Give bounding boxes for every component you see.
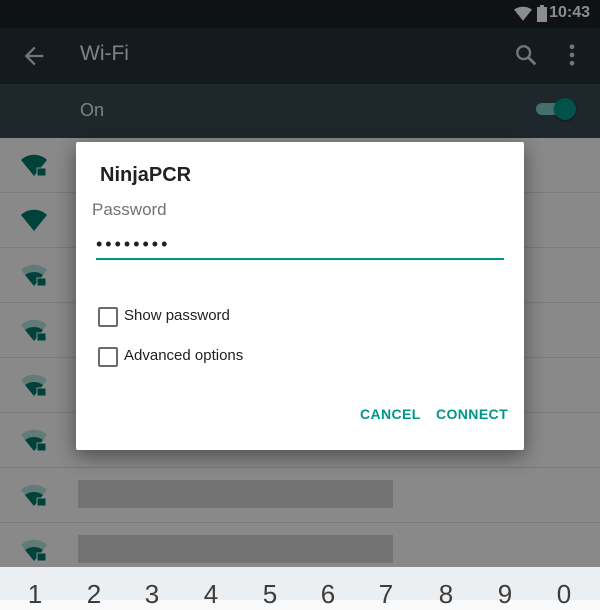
on-screen-keyboard: 1 2 3 4 5 6 7 8 9 0 <box>0 567 600 609</box>
advanced-options-label: Advanced options <box>124 347 244 364</box>
advanced-options-checkbox[interactable] <box>98 347 118 367</box>
password-label: Password <box>92 200 167 219</box>
key-8[interactable]: 8 <box>426 579 466 610</box>
key-9[interactable]: 9 <box>485 579 525 610</box>
cancel-button[interactable]: CANCEL <box>360 406 421 422</box>
key-4[interactable]: 4 <box>191 579 231 610</box>
wifi-password-dialog: NinjaPCR Password Show password Advanced… <box>76 142 524 450</box>
show-password-label: Show password <box>124 307 230 324</box>
wifi-settings-screen: 10:43 Wi-Fi On NinjaPCR Password •••••••… <box>0 0 600 609</box>
show-password-checkbox[interactable] <box>98 307 118 327</box>
key-5[interactable]: 5 <box>250 579 290 610</box>
key-7[interactable]: 7 <box>366 579 406 610</box>
key-0[interactable]: 0 <box>544 579 584 610</box>
key-6[interactable]: 6 <box>308 579 348 610</box>
key-1[interactable]: 1 <box>15 579 55 610</box>
dialog-title: NinjaPCR <box>100 164 192 186</box>
key-3[interactable]: 3 <box>132 579 172 610</box>
password-field[interactable] <box>96 230 504 260</box>
key-2[interactable]: 2 <box>74 579 114 610</box>
connect-button[interactable]: CONNECT <box>436 406 508 422</box>
